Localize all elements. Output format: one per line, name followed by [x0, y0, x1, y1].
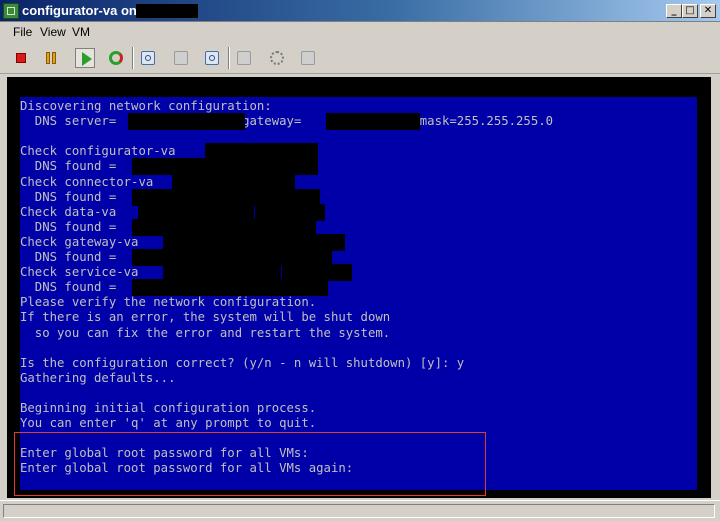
console-line: DNS found =: [20, 250, 117, 264]
menu-vm[interactable]: VM: [72, 25, 90, 39]
console-line: DNS server= , gateway= , netmask=255.255…: [20, 114, 554, 129]
redacted-value: [326, 113, 420, 131]
console-line: If there is an error, the system will be…: [20, 310, 391, 325]
revert-snapshot-icon: [174, 51, 188, 65]
vm-console[interactable]: Discovering network configuration: DNS s…: [7, 77, 711, 498]
pause-icon: [46, 52, 50, 64]
close-button[interactable]: ✕: [700, 4, 716, 18]
minimize-button[interactable]: _: [666, 4, 682, 18]
reset-button[interactable]: [106, 48, 126, 68]
console-line: Check service-va: [20, 265, 139, 280]
console-line: DNS found =: [20, 159, 117, 174]
devices-icon: [301, 51, 315, 65]
redacted-value: [132, 279, 328, 297]
vm-devices-button[interactable]: [298, 48, 318, 68]
vm-console-app-icon: [3, 3, 19, 19]
network-icon: [270, 51, 284, 65]
reset-icon: [109, 51, 123, 65]
take-snapshot-button[interactable]: [138, 48, 158, 68]
snapshot-manager-button[interactable]: [202, 48, 222, 68]
window-titlebar: configurator-va on _ □ ✕: [0, 0, 720, 22]
console-line: Discovering network configuration:: [20, 99, 272, 113]
play-icon: [82, 52, 92, 66]
window-title: configurator-va on: [22, 3, 137, 18]
console-line: Beginning initial configuration process.: [20, 401, 317, 415]
console-line: DNS found =: [20, 219, 117, 234]
maximize-button[interactable]: □: [682, 4, 698, 18]
revert-snapshot-button[interactable]: [171, 48, 191, 68]
console-line: You can enter 'q' at any prompt to quit.: [20, 416, 317, 431]
console-line: Please verify the network configuration.: [20, 295, 317, 310]
settings-icon: [237, 51, 251, 65]
menu-view[interactable]: View: [40, 25, 66, 39]
toolbar-separator: [132, 47, 134, 69]
console-line: Check data-va: [20, 204, 117, 219]
console-screen[interactable]: Discovering network configuration: DNS s…: [20, 97, 697, 490]
toolbar-separator-2: [228, 47, 230, 69]
console-line: Check connector-va: [20, 174, 154, 189]
console-line: Enter global root password for all VMs:: [20, 446, 309, 461]
menu-bar: File View VM: [0, 22, 720, 42]
console-line: so you can fix the error and restart the…: [20, 325, 391, 340]
pause-button[interactable]: [41, 48, 61, 68]
stop-icon: [16, 53, 26, 63]
menu-file[interactable]: File: [13, 25, 32, 39]
pause-icon-bar: [52, 52, 56, 64]
snapshot-icon: [141, 51, 155, 65]
console-line: DNS found =: [20, 189, 117, 204]
status-bar: [0, 500, 720, 521]
power-on-button[interactable]: [75, 48, 95, 68]
redacted-host-name: [136, 4, 198, 18]
stop-button[interactable]: [11, 48, 31, 68]
console-line: Is the configuration correct? (y/n - n w…: [20, 355, 465, 370]
vm-network-button[interactable]: [267, 48, 287, 68]
console-line: DNS found =: [20, 280, 117, 295]
console-line: Check configurator-va: [20, 144, 176, 159]
console-line: Enter global root password for all VMs a…: [20, 461, 361, 476]
redacted-value: [128, 113, 245, 131]
edit-settings-button[interactable]: [234, 48, 254, 68]
console-line: Check gateway-va: [20, 234, 139, 249]
console-line: Gathering defaults...: [20, 370, 176, 385]
status-field: [3, 504, 715, 518]
snapshot-manager-icon: [205, 51, 219, 65]
toolbar: [0, 42, 720, 74]
